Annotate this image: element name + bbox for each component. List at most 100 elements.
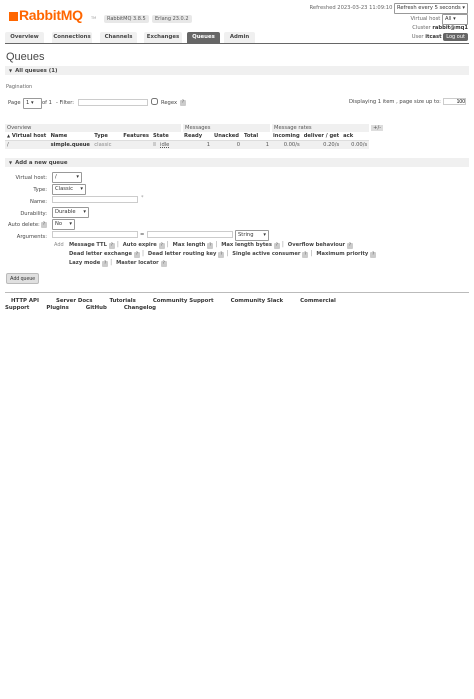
page-label: Page [8, 100, 21, 106]
vhost-field-select[interactable]: / ▾ [52, 172, 82, 183]
queue-name-link[interactable]: simple.queue [48, 140, 93, 149]
toggle-columns-button[interactable]: +/- [371, 125, 384, 131]
argument-shortcuts-row-2: Dead letter exchange ? | Dead letter rout… [69, 250, 377, 258]
tab-connections[interactable]: Connections [52, 32, 92, 43]
col-features[interactable]: Features [121, 132, 151, 141]
tab-admin[interactable]: Admin [224, 32, 255, 43]
durability-field-label: Durability: [20, 211, 47, 217]
cluster-row: Cluster rabbit@mq1 [412, 25, 468, 31]
arg-message-ttl[interactable]: Message TTL [69, 242, 107, 248]
refreshed-label: Refreshed 2023-03-23 11:09:10 [309, 5, 393, 11]
cell-total: 1 [242, 140, 271, 149]
col-incoming[interactable]: incoming [271, 132, 302, 141]
footer-link-server-docs[interactable]: Server Docs [56, 298, 92, 304]
help-icon[interactable]: ? [160, 261, 167, 267]
help-icon[interactable]: ? [133, 252, 140, 258]
argument-type-select[interactable]: String ▾ [235, 230, 269, 241]
group-messages: Messages [181, 124, 271, 132]
tab-queues[interactable]: Queues [187, 32, 220, 43]
help-icon[interactable]: ? [102, 261, 109, 267]
rabbitmq-logo: RabbitMQ [9, 7, 83, 23]
help-icon[interactable]: ? [347, 243, 353, 249]
page-of-label: of 1 [42, 100, 52, 106]
footer-link-http-api[interactable]: HTTP API [11, 298, 39, 304]
regex-label: Regex [161, 100, 178, 106]
tab-overview[interactable]: Overview [5, 32, 44, 43]
argument-add-label: Add [54, 242, 64, 248]
col-deliver-get[interactable]: deliver / get [301, 132, 342, 141]
vhost-select[interactable]: All ▾ [442, 14, 468, 25]
arg-max-length[interactable]: Max length [173, 242, 206, 248]
cell-unacked: 0 [212, 140, 242, 149]
regex-help-icon[interactable]: ? [180, 100, 186, 106]
col-name[interactable]: Name [48, 132, 93, 141]
footer-link-github[interactable]: GitHub [86, 305, 107, 311]
cell-deliver-get: 0.20/s [301, 140, 342, 149]
tab-exchanges[interactable]: Exchanges [144, 32, 182, 43]
arg-maximum-priority[interactable]: Maximum priority [316, 251, 368, 257]
displaying-label: Displaying 1 item , page size up to: [349, 99, 441, 105]
cluster-name: rabbit@mq1 [432, 25, 468, 31]
add-queue-section-toggle[interactable]: ▼ Add a new queue [5, 158, 469, 167]
help-icon[interactable]: ? [302, 252, 309, 258]
cell-state: idle [151, 140, 182, 149]
regex-checkbox[interactable] [151, 98, 158, 105]
arg-lazy-mode[interactable]: Lazy mode [69, 260, 100, 266]
table-row[interactable]: / simple.queue classic idle 1 0 1 0.00/s… [5, 140, 386, 149]
page-title: Queues [6, 51, 45, 63]
footer-link-community-slack[interactable]: Community Slack [231, 298, 284, 304]
durability-select[interactable]: Durable ▾ [52, 207, 89, 218]
cell-vhost: / [5, 140, 49, 149]
add-queue-button[interactable]: Add queue [6, 273, 40, 284]
type-field-select[interactable]: Classic ▾ [52, 184, 86, 195]
col-state[interactable]: State [151, 132, 182, 141]
tab-channels[interactable]: Channels [100, 32, 137, 43]
footer-link-plugins[interactable]: Plugins [46, 305, 68, 311]
arg-dead-letter-exchange[interactable]: Dead letter exchange [69, 251, 132, 257]
col-total[interactable]: Total [242, 132, 271, 141]
tabs-divider [5, 43, 469, 44]
refresh-interval-select[interactable]: Refresh every 5 seconds ▾ [394, 3, 468, 14]
help-icon[interactable]: ? [273, 243, 280, 249]
autodelete-help-icon[interactable]: ? [41, 222, 47, 228]
argument-value-input[interactable] [147, 231, 233, 238]
group-overview: Overview [5, 124, 182, 132]
footer-link-tutorials[interactable]: Tutorials [109, 298, 135, 304]
all-queues-section-toggle[interactable]: ▼ All queues (1) [5, 66, 469, 75]
cell-incoming: 0.00/s [271, 140, 302, 149]
erlang-version-badge: Erlang 23.0.2 [152, 15, 192, 23]
name-field-label: Name: [29, 199, 47, 205]
help-icon[interactable]: ? [108, 243, 115, 249]
help-icon[interactable]: ? [207, 243, 214, 249]
filter-input[interactable] [78, 99, 148, 106]
cell-features [121, 140, 151, 149]
col-virtual-host[interactable]: ▲ Virtual host [5, 132, 49, 141]
page-select[interactable]: 1 ▾ [23, 98, 42, 109]
help-icon[interactable]: ? [370, 252, 377, 258]
type-field-label: Type: [33, 187, 47, 193]
argument-key-input[interactable] [52, 231, 138, 238]
help-icon[interactable]: ? [158, 243, 165, 249]
col-ready[interactable]: Ready [182, 132, 212, 141]
vhost-field-label: Virtual host: [15, 175, 47, 181]
queue-name-input[interactable] [52, 196, 138, 203]
col-ack[interactable]: ack [341, 132, 370, 141]
help-icon[interactable]: ? [218, 252, 225, 258]
arg-max-length-bytes[interactable]: Max length bytes [221, 242, 272, 248]
autodelete-select[interactable]: No ▾ [52, 219, 75, 230]
main-tabs: Overview Connections Channels Exchanges … [5, 32, 469, 43]
col-type[interactable]: Type [92, 132, 122, 141]
col-unacked[interactable]: Unacked [212, 132, 242, 141]
footer-link-changelog[interactable]: Changelog [124, 305, 156, 311]
arg-single-active-consumer[interactable]: Single active consumer [232, 251, 300, 257]
footer-link-community-support[interactable]: Community Support [153, 298, 214, 304]
footer-links: HTTP API Server Docs Tutorials Community Su… [5, 292, 469, 311]
arg-overflow-behaviour[interactable]: Overflow behaviour [288, 242, 345, 248]
arg-master-locator[interactable]: Master locator [116, 260, 159, 266]
arg-auto-expire[interactable]: Auto expire [123, 242, 157, 248]
arguments-field-label: Arguments: [16, 234, 47, 240]
state-indicator-icon [153, 142, 156, 146]
page-size-input[interactable] [443, 98, 466, 105]
arg-dead-letter-routing-key[interactable]: Dead letter routing key [148, 251, 216, 257]
required-marker: * [141, 195, 144, 201]
